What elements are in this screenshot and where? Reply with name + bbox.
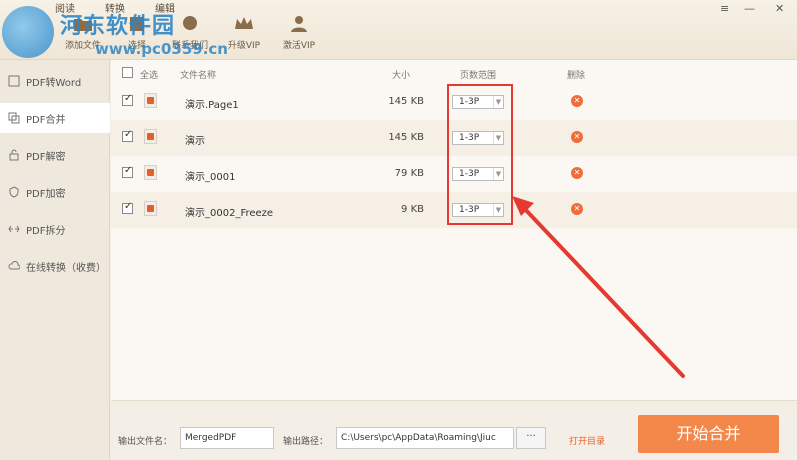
output-name-field[interactable]: MergedPDF xyxy=(180,427,274,449)
header-size: 大小 xyxy=(392,71,411,81)
delete-row-button[interactable]: ✕ xyxy=(571,203,583,215)
file-size: 9 KB xyxy=(401,204,424,215)
select-icon xyxy=(130,17,144,31)
sidebar-item-pdf-to-word[interactable]: PDF转Word xyxy=(0,66,110,96)
output-path-label: 输出路径： xyxy=(283,437,329,447)
file-size: 145 KB xyxy=(388,132,424,143)
page-range-select[interactable]: 1-3P ▼ xyxy=(452,95,504,109)
pdf-file-icon xyxy=(144,93,157,108)
activate-vip-button[interactable]: 激活VIP xyxy=(274,14,324,51)
folder-icon xyxy=(74,19,92,31)
menu-edit[interactable]: 编辑 xyxy=(155,0,175,15)
page-range-select[interactable]: 1-3P ▼ xyxy=(452,167,504,181)
sidebar-item-pdf-split[interactable]: PDF拆分 xyxy=(0,214,110,244)
output-path-field[interactable]: C:\Users\pc\AppData\Roaming\Jiuc xyxy=(336,427,514,449)
delete-row-button[interactable]: ✕ xyxy=(571,131,583,143)
menu-read[interactable]: 阅读 xyxy=(55,0,75,15)
pdf-file-icon xyxy=(144,165,157,180)
header-select-all: 全选 xyxy=(140,71,159,81)
file-size: 145 KB xyxy=(388,96,424,107)
header-delete: 删除 xyxy=(567,71,586,81)
table-row: 演示 145 KB 1-3P ▼ ✕ xyxy=(111,120,797,156)
unlock-icon xyxy=(9,149,19,161)
footer-bar: 输出文件名： MergedPDF 输出路径： C:\Users\pc\AppDa… xyxy=(111,400,797,460)
pdf-file-icon xyxy=(144,201,157,216)
select-button[interactable]: 选择 xyxy=(112,14,162,51)
row-checkbox[interactable] xyxy=(122,165,133,178)
page-range-select[interactable]: 1-3P ▼ xyxy=(452,203,504,217)
table-row: 演示_0001 79 KB 1-3P ▼ ✕ xyxy=(111,156,797,192)
output-name-label: 输出文件名： xyxy=(118,437,173,447)
page-range-select[interactable]: 1-3P ▼ xyxy=(452,131,504,145)
file-size: 79 KB xyxy=(394,168,424,179)
open-directory-link[interactable]: 打开目录 xyxy=(569,434,605,447)
browse-button[interactable]: ··· xyxy=(516,427,546,449)
sidebar-item-pdf-merge[interactable]: PDF合并 xyxy=(0,103,110,133)
upgrade-vip-button[interactable]: 升级VIP xyxy=(219,14,269,51)
minimize-button[interactable]: — xyxy=(744,2,755,15)
close-button[interactable]: ✕ xyxy=(775,2,784,15)
delete-row-button[interactable]: ✕ xyxy=(571,167,583,179)
shield-icon xyxy=(9,186,19,198)
cloud-icon xyxy=(8,260,20,270)
sidebar-item-pdf-decrypt[interactable]: PDF解密 xyxy=(0,140,110,170)
header-filename: 文件名称 xyxy=(180,71,217,81)
file-name: 演示_0001 xyxy=(185,172,236,183)
chevron-down-icon: ▼ xyxy=(493,204,503,216)
row-checkbox[interactable] xyxy=(122,129,133,142)
sidebar: PDF转Word PDF合并 PDF解密 PDF加密 PDF拆分 在线转换（收费… xyxy=(0,60,110,460)
delete-row-button[interactable]: ✕ xyxy=(571,95,583,107)
row-checkbox[interactable] xyxy=(122,93,133,106)
start-merge-button[interactable]: 开始合并 xyxy=(638,415,779,453)
file-name: 演示.Page1 xyxy=(185,100,239,111)
merge-icon xyxy=(8,112,20,124)
file-name: 演示 xyxy=(185,136,205,147)
chevron-down-icon: ▼ xyxy=(493,96,503,108)
sidebar-item-pdf-encrypt[interactable]: PDF加密 xyxy=(0,177,110,207)
header-page-range: 页数范围 xyxy=(460,71,497,81)
add-file-button[interactable]: 添加文件 xyxy=(58,14,108,51)
menu-icon[interactable]: ≡ xyxy=(720,2,729,15)
contact-button[interactable]: 联系我们 xyxy=(165,14,215,51)
select-all-checkbox[interactable] xyxy=(122,67,133,78)
crown-icon xyxy=(235,17,253,29)
file-name: 演示_0002_Freeze xyxy=(185,208,274,219)
row-checkbox[interactable] xyxy=(122,201,133,214)
pdf-file-icon xyxy=(144,129,157,144)
sidebar-item-online-convert[interactable]: 在线转换（收费） xyxy=(0,251,110,281)
top-menu: 阅读 转换 编辑 xyxy=(55,0,175,15)
chevron-down-icon: ▼ xyxy=(493,132,503,144)
user-icon xyxy=(291,16,307,32)
chat-icon xyxy=(183,16,197,30)
word-doc-icon xyxy=(8,75,20,87)
file-table: 全选 文件名称 大小 页数范围 删除 演示.Page1 145 KB 1-3P … xyxy=(111,60,797,400)
top-toolbar: 阅读 转换 编辑 添加文件 选择 联系我们 升级VIP 激活VIP ≡ — ✕ xyxy=(0,0,797,60)
chevron-down-icon: ▼ xyxy=(493,168,503,180)
menu-convert[interactable]: 转换 xyxy=(105,0,125,15)
split-icon xyxy=(8,225,20,233)
table-row: 演示_0002_Freeze 9 KB 1-3P ▼ ✕ xyxy=(111,192,797,228)
table-row: 演示.Page1 145 KB 1-3P ▼ ✕ xyxy=(111,84,797,120)
